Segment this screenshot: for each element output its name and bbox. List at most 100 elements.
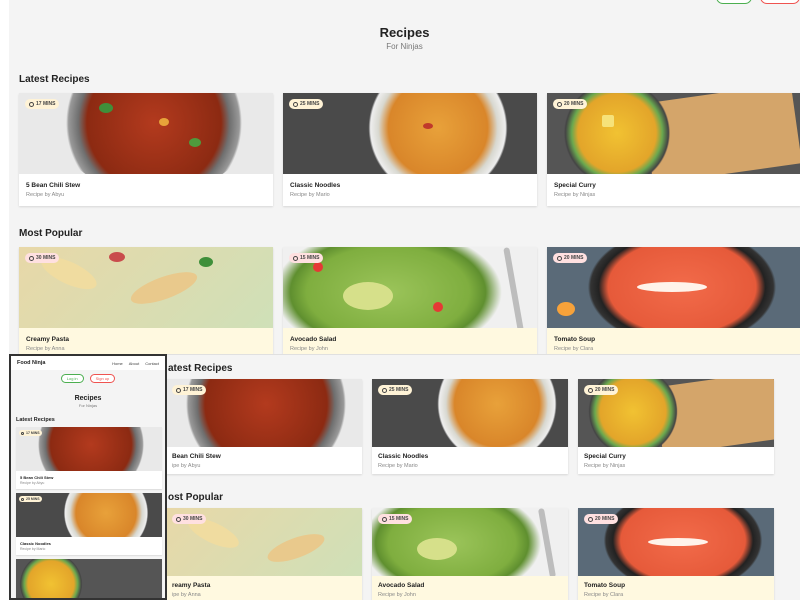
recipe-card[interactable]: 20 MINS Tomato Soup Recipe by Clara xyxy=(578,508,774,600)
cook-time-badge: 20 MINS xyxy=(584,514,619,524)
recipe-card[interactable]: 17 MINS 5 Bean Chili Stew Recipe by Abyu xyxy=(19,93,273,206)
recipe-title: Classic Noodles xyxy=(378,453,429,460)
recipe-image-noodles: 25 MINS xyxy=(372,379,568,447)
recipe-card[interactable]: 25 MINS Classic Noodles Recipe by Mario xyxy=(16,493,162,555)
recipe-card[interactable]: 30 MINS Creamy Pasta Recipe by Anna xyxy=(19,247,273,360)
navbar: Food Ninja Home About Contact xyxy=(11,356,165,370)
recipe-author: Recipe by John xyxy=(378,592,416,598)
card-info: 5 Bean Chili Stew Recipe by Abyu xyxy=(16,471,162,489)
clock-icon xyxy=(588,516,593,522)
card-info: Classic Noodles Recipe by Mario xyxy=(283,174,537,206)
recipe-card[interactable]: 20 MINS Special Curry Recipe by Ninjas xyxy=(547,93,800,206)
recipe-card[interactable]: 20 MINS Tomato Soup Recipe by Clara xyxy=(547,247,800,360)
clock-icon xyxy=(21,497,24,501)
latest-recipes-heading: Latest Recipes xyxy=(16,417,55,423)
recipe-author: ipe by Abyu xyxy=(172,463,201,469)
recipe-title: reamy Pasta xyxy=(172,582,211,589)
clock-icon xyxy=(21,431,24,435)
login-button[interactable]: Log in xyxy=(60,374,84,383)
cook-time-badge: 15 MINS xyxy=(289,253,324,263)
recipe-card[interactable]: 20 MINS Special Curry Recipe by Ninjas xyxy=(578,379,774,474)
recipe-title: Special Curry xyxy=(554,182,596,189)
recipe-card[interactable]: 25 MINS Classic Noodles Recipe by Mario xyxy=(283,93,537,206)
clock-icon xyxy=(293,101,298,107)
cook-time-badge: 30 MINS xyxy=(25,253,60,263)
cook-time-badge: 25 MINS xyxy=(289,99,324,109)
nav-links: Home About Contact xyxy=(112,361,159,366)
recipe-image-curry: 20 MINS xyxy=(547,93,800,174)
card-info: Tomato Soup Recipe by Clara xyxy=(578,576,774,600)
recipe-author: Recipe by Mario xyxy=(20,547,46,551)
recipe-author: Recipe by Clara xyxy=(554,346,594,352)
most-popular-heading: ost Popular xyxy=(168,492,224,503)
clock-icon xyxy=(29,101,34,107)
latest-recipes-heading: Latest Recipes xyxy=(19,74,90,85)
recipe-card[interactable]: 15 MINS Avocado Salad Recipe by John xyxy=(372,508,568,600)
clock-icon xyxy=(29,255,34,261)
recipe-card[interactable]: 25 MINS Classic Noodles Recipe by Mario xyxy=(372,379,568,474)
card-info: Special Curry Recipe by Ninjas xyxy=(547,174,800,206)
card-info: Classic Noodles Recipe by Mario xyxy=(16,537,162,555)
recipe-image-curry: 20 MINS xyxy=(578,379,774,447)
clock-icon xyxy=(382,387,387,393)
nav-home[interactable]: Home xyxy=(112,361,123,366)
recipe-card[interactable]: 30 MINS reamy Pasta ipe by Anna xyxy=(166,508,362,600)
nav-contact[interactable]: Contact xyxy=(145,361,159,366)
recipe-author: Recipe by John xyxy=(290,346,328,352)
signup-button[interactable] xyxy=(760,0,800,4)
nav-about[interactable]: About xyxy=(129,361,139,366)
recipe-title: 5 Bean Chili Stew xyxy=(26,182,81,189)
recipe-title: Tomato Soup xyxy=(584,582,626,589)
cook-time-badge: 17 MINS xyxy=(25,99,60,109)
recipe-title: Creamy Pasta xyxy=(26,336,69,343)
page-title: Recipes xyxy=(379,25,430,40)
recipe-image-noodles: 25 MINS xyxy=(283,93,537,174)
card-info: 5 Bean Chili Stew Recipe by Abyu xyxy=(19,174,273,206)
hero: Recipes For Ninjas xyxy=(11,395,165,408)
card-info: Classic Noodles Recipe by Mario xyxy=(372,447,568,474)
recipe-title: Special Curry xyxy=(584,453,626,460)
clock-icon xyxy=(588,387,593,393)
cook-time-badge: 17 MINS xyxy=(172,385,207,395)
recipe-title: Avocado Salad xyxy=(290,336,337,343)
clock-icon xyxy=(557,101,562,107)
recipe-image-chili: 17 MINS xyxy=(16,427,162,471)
recipe-card[interactable]: 17 MINS Bean Chili Stew ipe by Abyu xyxy=(166,379,362,474)
recipe-image-salad: 15 MINS xyxy=(283,247,537,328)
brand-logo[interactable]: Food Ninja xyxy=(17,360,45,366)
cook-time-badge: 15 MINS xyxy=(378,514,413,524)
recipe-author: ipe by Anna xyxy=(172,592,201,598)
signup-button[interactable]: Sign up xyxy=(89,374,116,383)
page-title: Recipes xyxy=(74,395,102,402)
cook-time-badge: 20 MINS xyxy=(584,385,619,395)
cook-time-badge: 25 MINS xyxy=(378,385,413,395)
page-subtitle: For Ninjas xyxy=(386,42,423,51)
recipe-author: Recipe by Mario xyxy=(378,463,418,469)
recipe-card[interactable]: 15 MINS Avocado Salad Recipe by John xyxy=(283,247,537,360)
recipe-title: Classic Noodles xyxy=(20,541,51,546)
cook-time-badge: 25 MINS xyxy=(19,496,42,502)
latest-recipes-heading: atest Recipes xyxy=(168,363,233,374)
card-info: Special Curry Recipe by Ninjas xyxy=(578,447,774,474)
cook-time-badge: 20 MINS xyxy=(553,253,588,263)
mobile-page: Food Ninja Home About Contact Log in Sig… xyxy=(9,354,167,600)
login-button[interactable] xyxy=(716,0,752,4)
recipe-author: Recipe by Anna xyxy=(26,346,65,352)
recipe-card[interactable]: 17 MINS 5 Bean Chili Stew Recipe by Abyu xyxy=(16,427,162,489)
recipe-card[interactable] xyxy=(16,559,162,598)
recipe-author: Recipe by Ninjas xyxy=(554,192,596,198)
latest-recipes-row: 17 MINS Bean Chili Stew ipe by Abyu 25 M… xyxy=(166,379,774,474)
recipe-image-soup: 20 MINS xyxy=(547,247,800,328)
recipe-title: Tomato Soup xyxy=(554,336,596,343)
recipe-author: Recipe by Ninjas xyxy=(584,463,626,469)
recipe-author: Recipe by Clara xyxy=(584,592,624,598)
recipe-image-chili: 17 MINS xyxy=(19,93,273,174)
most-popular-row: 30 MINS reamy Pasta ipe by Anna 15 MINS … xyxy=(166,508,774,600)
recipe-title: Bean Chili Stew xyxy=(172,453,221,460)
recipe-title: 5 Bean Chili Stew xyxy=(20,475,54,480)
tablet-page: atest Recipes 17 MINS Bean Chili Stew ip… xyxy=(166,354,800,600)
clock-icon xyxy=(176,387,181,393)
clock-icon xyxy=(557,255,562,261)
cook-time-badge: 30 MINS xyxy=(172,514,207,524)
clock-icon xyxy=(176,516,181,522)
